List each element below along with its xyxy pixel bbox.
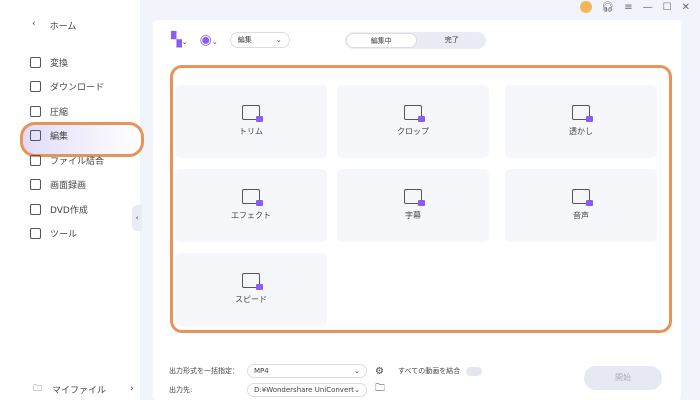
audio-icon: [572, 189, 593, 206]
back-icon: ‹: [32, 19, 36, 29]
status-tabs: 編集中 完了: [345, 32, 486, 49]
window-controls: 🎧︎ ≡ — ☐ ✕: [579, 0, 690, 14]
avatar[interactable]: [579, 1, 592, 13]
tool-label: 字幕: [405, 211, 421, 220]
tools-icon: [30, 228, 41, 240]
mode-select[interactable]: 編集 ⌄: [229, 32, 290, 48]
merge-toggle[interactable]: [466, 366, 483, 376]
chevron-down-icon: ⌄: [275, 36, 282, 44]
home-label: ホーム: [49, 22, 77, 32]
maximize-icon[interactable]: ☐: [663, 2, 672, 13]
output-path-value: D:¥Wondershare UniConverter 1: [254, 385, 354, 394]
sidebar-item-label: 変換: [50, 58, 69, 69]
tool-card-trim[interactable]: トリム: [175, 85, 327, 158]
menu-icon[interactable]: ≡: [624, 2, 632, 13]
sidebar-item-1[interactable]: ダウンロード: [30, 75, 104, 100]
effect-icon: [242, 189, 263, 206]
sidebar-item-6[interactable]: DVD作成: [30, 197, 104, 222]
add-file-button[interactable]: ▚⌄: [171, 32, 188, 48]
collapse-sidebar-button[interactable]: ‹: [132, 205, 142, 231]
merge-label: すべての動画を結合: [397, 367, 461, 375]
main-panel: ▚⌄ ◉⌄ 編集 ⌄ 編集中 完了 トリム クロップ 透かしエフェクト 字幕 音声スピード…: [153, 20, 681, 400]
scissors-icon: [30, 130, 41, 142]
download-icon: [30, 81, 41, 93]
settings-icon[interactable]: ⚙: [375, 366, 384, 377]
headset-icon[interactable]: 🎧︎: [602, 2, 615, 13]
speed-icon: [242, 273, 263, 290]
sidebar-item-label: ダウンロード: [50, 83, 105, 94]
tool-label: 透かし: [569, 127, 593, 136]
tool-card-watermark[interactable]: 透かし: [505, 85, 657, 158]
crop-icon: [404, 105, 425, 122]
folder-icon: 🗀: [33, 384, 43, 394]
sidebar-item-label: 圧縮: [50, 107, 69, 118]
tab-done[interactable]: 完了: [418, 32, 487, 49]
minimize-icon[interactable]: —: [643, 2, 653, 13]
sidebar-item-label: 編集: [50, 132, 69, 143]
output-label: 出力先:: [169, 385, 193, 394]
my-files-label: マイファイル: [52, 385, 107, 396]
sidebar-item-4[interactable]: ファイル結合: [30, 148, 104, 173]
tool-card-audio[interactable]: 音声: [505, 169, 657, 242]
home-link[interactable]: ‹ ホーム: [32, 19, 76, 32]
my-files-button[interactable]: 🗀 マイファイル ›: [33, 381, 134, 397]
format-label: 出力形式を一括指定：: [169, 367, 239, 375]
sidebar-item-2[interactable]: 圧縮: [30, 99, 104, 124]
subtitle-icon: [404, 189, 425, 206]
chevron-down-icon: ⌄: [354, 367, 360, 375]
sidebar-item-label: DVD作成: [50, 205, 88, 216]
sidebar-item-0[interactable]: 変換: [30, 50, 104, 75]
sidebar-item-5[interactable]: 画面録画: [30, 173, 104, 198]
dvd-icon: [30, 203, 41, 215]
mode-select-value: 編集: [237, 36, 252, 44]
convert-icon: [30, 56, 41, 68]
format-value: MP4: [254, 367, 269, 375]
nav: 変換ダウンロード 圧縮編集ファイル結合 画面録画 DVD作成ツール: [19, 50, 145, 247]
chevron-down-icon: ⌄: [354, 385, 360, 394]
tool-card-subtitle[interactable]: 字幕: [337, 169, 489, 242]
sidebar-item-label: ファイル結合: [50, 156, 105, 167]
sidebar-item-3[interactable]: 編集: [19, 121, 145, 156]
sidebar-item-label: 画面録画: [50, 181, 87, 192]
format-select[interactable]: MP4 ⌄: [247, 364, 367, 378]
sidebar: ‹ ホーム 変換ダウンロード 圧縮編集ファイル結合 画面録画 DVD作成ツール 🗀 マイフ…: [0, 0, 145, 400]
sidebar-item-7[interactable]: ツール: [30, 222, 104, 247]
bottom-bar: 出力形式を一括指定： MP4 ⌄ ⚙ すべての動画を結合 出力先: D:¥Wond…: [153, 356, 681, 400]
tool-label: エフェクト: [231, 211, 271, 220]
tool-label: クロップ: [397, 127, 429, 136]
tool-label: 音声: [573, 211, 589, 220]
sidebar-item-label: ツール: [50, 230, 78, 241]
tool-label: スピード: [235, 295, 267, 304]
trim-icon: [242, 105, 263, 122]
tool-card-effect[interactable]: エフェクト: [175, 169, 327, 242]
output-path-select[interactable]: D:¥Wondershare UniConverter 1⌄: [247, 382, 367, 397]
close-icon[interactable]: ✕: [682, 2, 690, 13]
chevron-right-icon: ›: [130, 384, 134, 394]
add-media-button[interactable]: ◉⌄: [200, 32, 218, 48]
tool-label: トリム: [239, 127, 263, 136]
folder-icon[interactable]: 🗀: [375, 381, 385, 398]
tab-editing[interactable]: 編集中: [346, 33, 417, 48]
tool-card-speed[interactable]: スピード: [175, 253, 327, 326]
start-button[interactable]: 開始: [584, 366, 662, 390]
watermark-icon: [572, 105, 593, 122]
tool-card-crop[interactable]: クロップ: [337, 85, 489, 158]
compress-icon: [30, 105, 41, 117]
screen-record-icon: [30, 179, 41, 191]
merge-icon: [30, 154, 41, 166]
